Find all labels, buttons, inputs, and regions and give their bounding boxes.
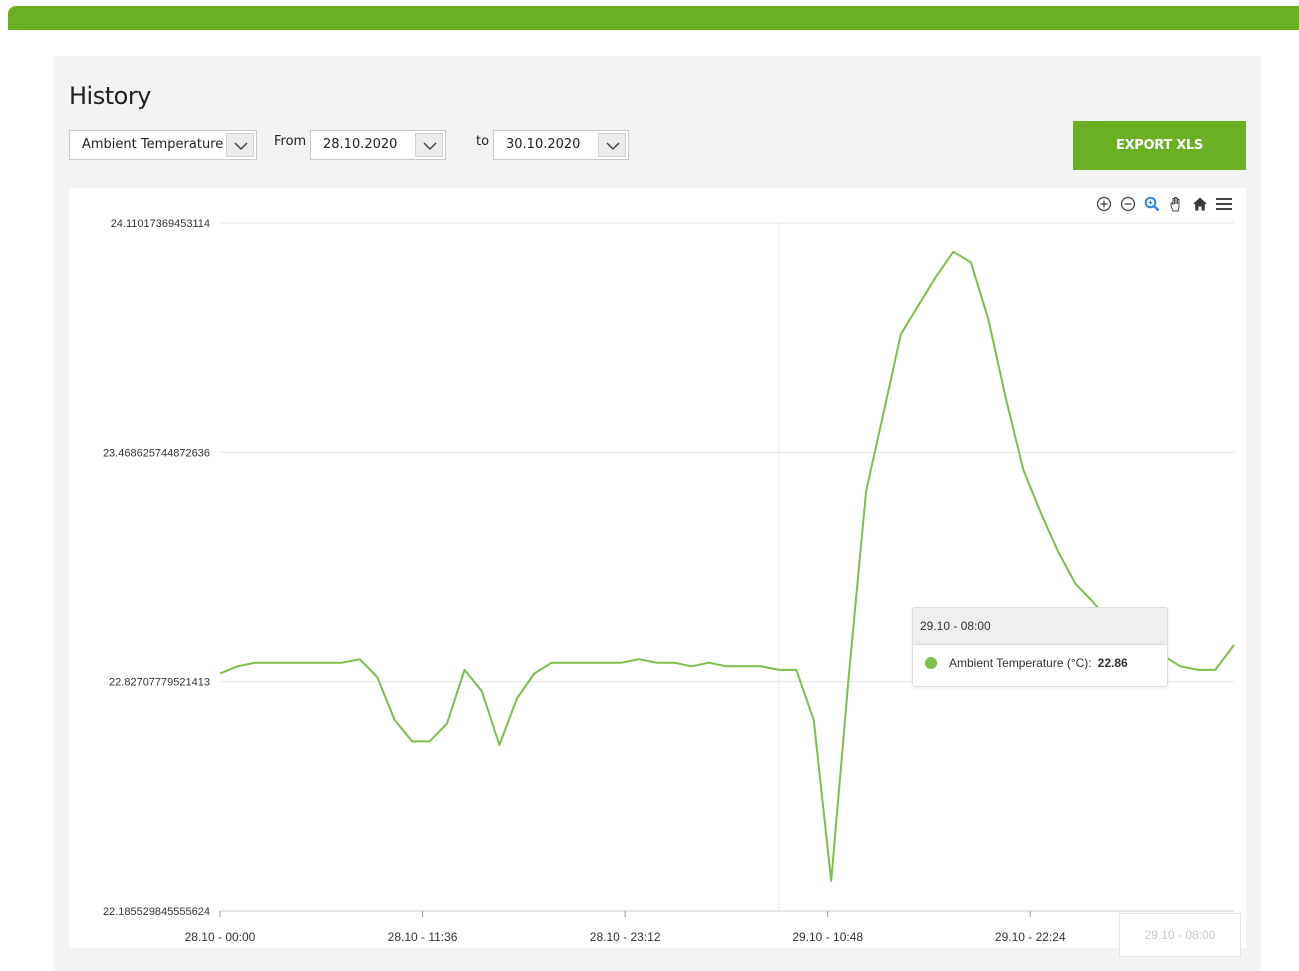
chart-tooltip: 29.10 - 08:00 Ambient Temperature (°C): … — [912, 607, 1168, 687]
tooltip-header: 29.10 - 08:00 — [913, 608, 1167, 645]
zoom-out-icon[interactable] — [1118, 194, 1138, 214]
home-icon[interactable] — [1190, 194, 1210, 214]
chart-toolbar — [1094, 193, 1234, 215]
to-date-value: 30.10.2020 — [506, 137, 581, 152]
y-tick-label: 22.185529845555624 — [103, 906, 210, 918]
y-tick-label: 24.11017369453114 — [111, 218, 210, 230]
export-xls-button[interactable]: EXPORT XLS — [1073, 121, 1246, 170]
zoom-in-icon[interactable] — [1094, 194, 1114, 214]
x-tick-label: 28.10 - 11:36 — [388, 930, 458, 944]
y-tick-label: 22.82707779521413 — [109, 677, 210, 689]
from-date-picker[interactable]: 28.10.2020 — [310, 130, 446, 160]
from-date-value: 28.10.2020 — [323, 137, 398, 152]
to-date-dropdown-button[interactable] — [598, 133, 626, 157]
top-accent-bar — [8, 6, 1299, 30]
from-label: From — [274, 134, 307, 149]
chevron-down-icon — [234, 142, 248, 151]
metric-select-value: Ambient Temperature — [82, 137, 224, 152]
x-tick-label: 28.10 - 23:12 — [590, 930, 661, 944]
chart-svg: 24.11017369453114 23.468625744872636 22.82… — [103, 218, 1235, 944]
tooltip-row: Ambient Temperature (°C): 22.86 — [925, 656, 1128, 670]
y-tick-label: 23.468625744872636 — [103, 447, 210, 459]
x-tick-label: 29.10 - 22:24 — [995, 930, 1066, 944]
x-tick-label: 29.10 - 10:48 — [792, 930, 863, 944]
magnifier-icon[interactable] — [1142, 194, 1162, 214]
series-dot-icon — [925, 657, 937, 669]
temperature-chart[interactable]: 24.11017369453114 23.468625744872636 22.82… — [69, 188, 1246, 948]
pan-hand-icon[interactable] — [1166, 194, 1186, 214]
tooltip-series-label: Ambient Temperature (°C): — [949, 656, 1092, 670]
metric-select[interactable]: Ambient Temperature — [69, 130, 257, 160]
metric-dropdown-button[interactable] — [226, 133, 254, 157]
menu-icon[interactable] — [1214, 194, 1234, 214]
chevron-down-icon — [606, 142, 620, 151]
page-title: History — [69, 82, 151, 110]
chevron-down-icon — [423, 142, 437, 151]
to-label: to — [476, 134, 490, 149]
to-date-picker[interactable]: 30.10.2020 — [493, 130, 629, 160]
tooltip-value: 22.86 — [1097, 656, 1128, 670]
crosshair-x-label: 29.10 - 08:00 — [1119, 913, 1241, 957]
from-date-dropdown-button[interactable] — [415, 133, 443, 157]
series-line-ambient-temperature — [219, 250, 1235, 882]
x-tick-label: 28.10 - 00:00 — [185, 930, 256, 944]
